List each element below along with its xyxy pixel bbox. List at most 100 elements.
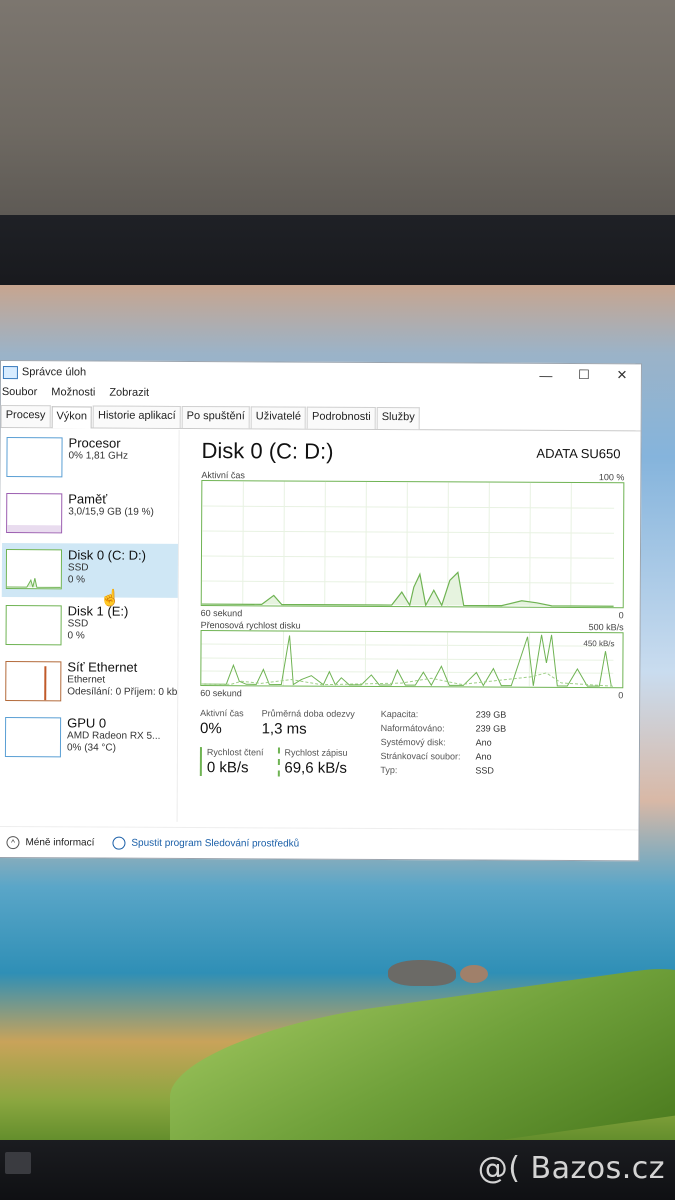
- memory-thumbnail-graph: [6, 493, 63, 534]
- task-manager-window: Správce úloh — ☐ ✕ Soubor Možnosti Zobra…: [0, 360, 642, 862]
- resource-detail: AMD Radeon RX 5...: [67, 730, 161, 742]
- resource-disk-0[interactable]: Disk 0 (C: D:) SSD 0 %: [1, 543, 179, 598]
- watermark: @( Bazos.cz: [477, 1151, 665, 1186]
- tab-bar: Procesy Výkon Historie aplikací Po spušt…: [0, 405, 641, 432]
- wallpaper-rock: [388, 960, 456, 986]
- minimize-button[interactable]: —: [527, 367, 565, 382]
- resource-detail-2: 0% (34 °C): [66, 742, 117, 754]
- read-speed-stat: Rychlost čtení 0 kB/s: [199, 747, 264, 777]
- resource-name: GPU 0: [67, 715, 107, 731]
- cpu-thumbnail-graph: [6, 437, 63, 478]
- performance-content: Procesor 0% 1,81 GHz Paměť 3,0/15,9 GB (…: [0, 429, 641, 824]
- tab-details[interactable]: Podrobnosti: [306, 406, 376, 429]
- property-value: Ano: [475, 737, 492, 748]
- property-value: SSD: [475, 765, 494, 776]
- open-resource-monitor-label: Spustit program Sledování prostředků: [131, 837, 300, 850]
- chevron-up-icon: ^: [6, 835, 20, 849]
- property-key: Typ:: [380, 764, 398, 776]
- stat-label: Rychlost zápisu: [284, 747, 348, 758]
- stat-label: Rychlost čtení: [206, 747, 264, 758]
- stat-value: 1,3 ms: [261, 720, 307, 738]
- active-time-graph-max: 100 %: [598, 472, 625, 483]
- disk-0-thumbnail-graph: [5, 549, 63, 590]
- disk-properties: Kapacita: 239 GB Naformátováno: 239 GB Sys…: [380, 709, 506, 780]
- gpu-thumbnail-graph: [4, 717, 62, 758]
- active-time-graph-svg: [201, 481, 615, 608]
- stat-label: Aktivní čas: [200, 708, 244, 719]
- active-time-graph-label: Aktivní čas: [201, 470, 245, 481]
- transfer-rate-axis: 60 sekund 0: [200, 688, 623, 700]
- resource-detail: SSD: [67, 562, 89, 574]
- stat-value: 0 kB/s: [206, 759, 249, 777]
- window-title: Správce úloh: [21, 366, 87, 379]
- resource-name: Paměť: [68, 491, 108, 507]
- property-value: 239 GB: [475, 723, 507, 734]
- resource-cpu[interactable]: Procesor 0% 1,81 GHz: [2, 431, 178, 486]
- disk-model: ADATA SU650: [536, 445, 621, 462]
- resource-gpu[interactable]: GPU 0 AMD Radeon RX 5... 0% (34 °C): [1, 711, 177, 766]
- transfer-rate-graph: 450 kB/s: [200, 630, 624, 689]
- resource-list: Procesor 0% 1,81 GHz Paměť 3,0/15,9 GB (…: [0, 429, 180, 822]
- resource-detail: 3,0/15,9 GB (19 %): [68, 506, 154, 518]
- tab-processes[interactable]: Procesy: [0, 405, 51, 428]
- resource-monitor-icon: [112, 836, 126, 850]
- stat-value: 69,6 kB/s: [284, 759, 347, 777]
- transfer-rate-axis-right: 0: [618, 690, 624, 701]
- tab-startup[interactable]: Po spuštění: [181, 405, 250, 429]
- active-time-axis-right: 0: [618, 610, 624, 621]
- transfer-rate-axis-left: 60 sekund: [200, 688, 242, 699]
- resource-detail-2: 0 %: [67, 574, 86, 586]
- resource-name: Procesor: [68, 435, 121, 451]
- property-key: Kapacita:: [380, 708, 419, 720]
- menu-view[interactable]: Zobrazit: [108, 387, 150, 399]
- property-key: Stránkovací soubor:: [380, 750, 461, 762]
- resource-disk-1[interactable]: Disk 1 (E:) SSD 0 %: [1, 599, 177, 654]
- taskbar-icon[interactable]: [5, 1152, 31, 1174]
- footer-bar: ^ Méně informací Spustit program Sledová…: [0, 825, 639, 861]
- tab-app-history[interactable]: Historie aplikací: [92, 405, 181, 428]
- response-time-stat: Průměrná doba odezvy 1,3 ms: [262, 708, 355, 737]
- active-time-axis: 60 sekund 0: [201, 608, 624, 620]
- resource-detail: Ethernet: [67, 674, 106, 686]
- maximize-button[interactable]: ☐: [565, 367, 603, 383]
- resource-detail: 0% 1,81 GHz: [68, 450, 129, 462]
- monitor-bezel-top: [0, 215, 675, 290]
- stat-label: Průměrná doba odezvy: [261, 708, 355, 719]
- menu-bar: Soubor Možnosti Zobrazit: [1, 383, 641, 404]
- resource-memory[interactable]: Paměť 3,0/15,9 GB (19 %): [2, 487, 178, 542]
- transfer-rate-graph-max: 500 kB/s: [588, 622, 624, 633]
- tab-services[interactable]: Služby: [376, 406, 420, 430]
- resource-name: Síť Ethernet: [67, 659, 138, 675]
- ethernet-thumbnail-graph: [5, 661, 62, 702]
- property-key: Naformátováno:: [380, 722, 445, 734]
- tab-users[interactable]: Uživatelé: [250, 406, 307, 429]
- transfer-rate-graph-svg: [201, 631, 614, 687]
- task-manager-icon: [2, 365, 18, 379]
- transfer-rate-inner-label: 450 kB/s: [583, 639, 615, 649]
- resource-detail: SSD: [67, 618, 89, 630]
- fewer-details-label: Méně informací: [25, 836, 95, 849]
- active-time-stat: Aktivní čas 0%: [200, 708, 244, 737]
- menu-file[interactable]: Soubor: [1, 386, 39, 398]
- open-resource-monitor-link[interactable]: Spustit program Sledování prostředků: [112, 836, 299, 850]
- resource-name: Disk 0 (C: D:): [67, 547, 147, 563]
- disk-detail-pane: Disk 0 (C: D:) ADATA SU650 Aktivní čas 1…: [178, 430, 641, 824]
- transfer-rate-graph-label: Přenosová rychlost disku: [200, 620, 301, 631]
- stat-value: 0%: [200, 720, 222, 738]
- mouse-cursor-icon: ☝: [100, 590, 120, 607]
- active-time-graph: [200, 480, 625, 609]
- property-key: Systémový disk:: [380, 736, 446, 748]
- disk-0-thumbnail-line: [6, 578, 61, 588]
- property-value: Ano: [475, 751, 492, 762]
- resource-detail-2: Odesílání: 0 Příjem: 0 kb: [67, 686, 178, 698]
- tab-performance[interactable]: Výkon: [51, 406, 93, 429]
- wallpaper-rock-small: [460, 965, 488, 983]
- menu-options[interactable]: Možnosti: [50, 386, 96, 398]
- resource-detail-2: 0 %: [67, 630, 85, 642]
- resource-ethernet[interactable]: Síť Ethernet Ethernet Odesílání: 0 Příje…: [1, 655, 177, 710]
- active-time-axis-left: 60 sekund: [200, 608, 243, 619]
- wall-background: [0, 0, 675, 220]
- close-button[interactable]: ✕: [603, 367, 641, 383]
- property-value: 239 GB: [475, 709, 507, 720]
- fewer-details-button[interactable]: ^ Méně informací: [6, 835, 95, 849]
